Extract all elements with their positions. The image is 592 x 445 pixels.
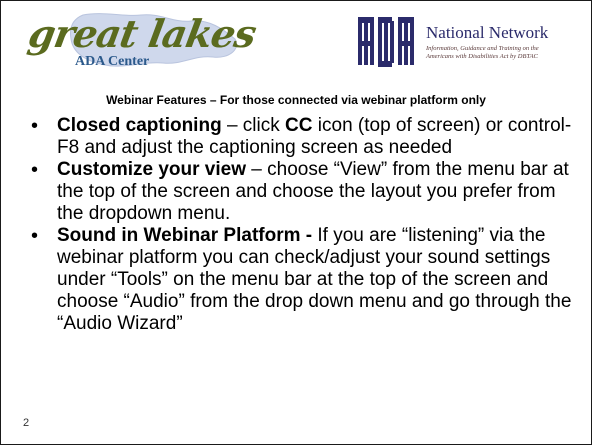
bullet-lead: Sound in Webinar Platform - <box>57 225 313 246</box>
ada-mark-icon <box>358 17 414 67</box>
ada-tagline-line: Americans with Disabilities Act by DBTAC <box>426 53 538 60</box>
bullet-list: • Closed captioning – click CC icon (top… <box>31 115 576 335</box>
great-lakes-ada-center-logo: great lakes ADA Center <box>23 9 259 81</box>
bullet-dot-icon: • <box>31 115 39 137</box>
bullet-dot-icon: • <box>31 159 39 181</box>
ada-national-network-logo: National Network Information, Guidance a… <box>356 15 586 81</box>
ada-center-text: ADA Center <box>75 54 150 69</box>
slide-number: 2 <box>23 417 30 429</box>
bullet-sound: • Sound in Webinar Platform - If you are… <box>31 225 576 335</box>
bullet-text: – click <box>221 115 286 136</box>
bullet-lead: Closed captioning <box>57 115 222 136</box>
slide-subtitle: Webinar Features – For those connected v… <box>106 93 486 107</box>
cc-label: CC <box>285 115 313 136</box>
national-network-text: National Network <box>426 23 549 42</box>
bullet-closed-captioning: • Closed captioning – click CC icon (top… <box>31 115 576 159</box>
ada-tagline-line: Information, Guidance and Training on th… <box>426 45 539 52</box>
bullet-lead: Customize your view <box>57 159 246 180</box>
slide: great lakes ADA Center National Network … <box>0 0 592 445</box>
bullet-customize-view: • Customize your view – choose “View” fr… <box>31 159 576 225</box>
bullet-dot-icon: • <box>31 225 39 247</box>
ada-tagline: Information, Guidance and Training on th… <box>426 45 584 61</box>
great-lakes-script-text: great lakes <box>25 11 260 56</box>
